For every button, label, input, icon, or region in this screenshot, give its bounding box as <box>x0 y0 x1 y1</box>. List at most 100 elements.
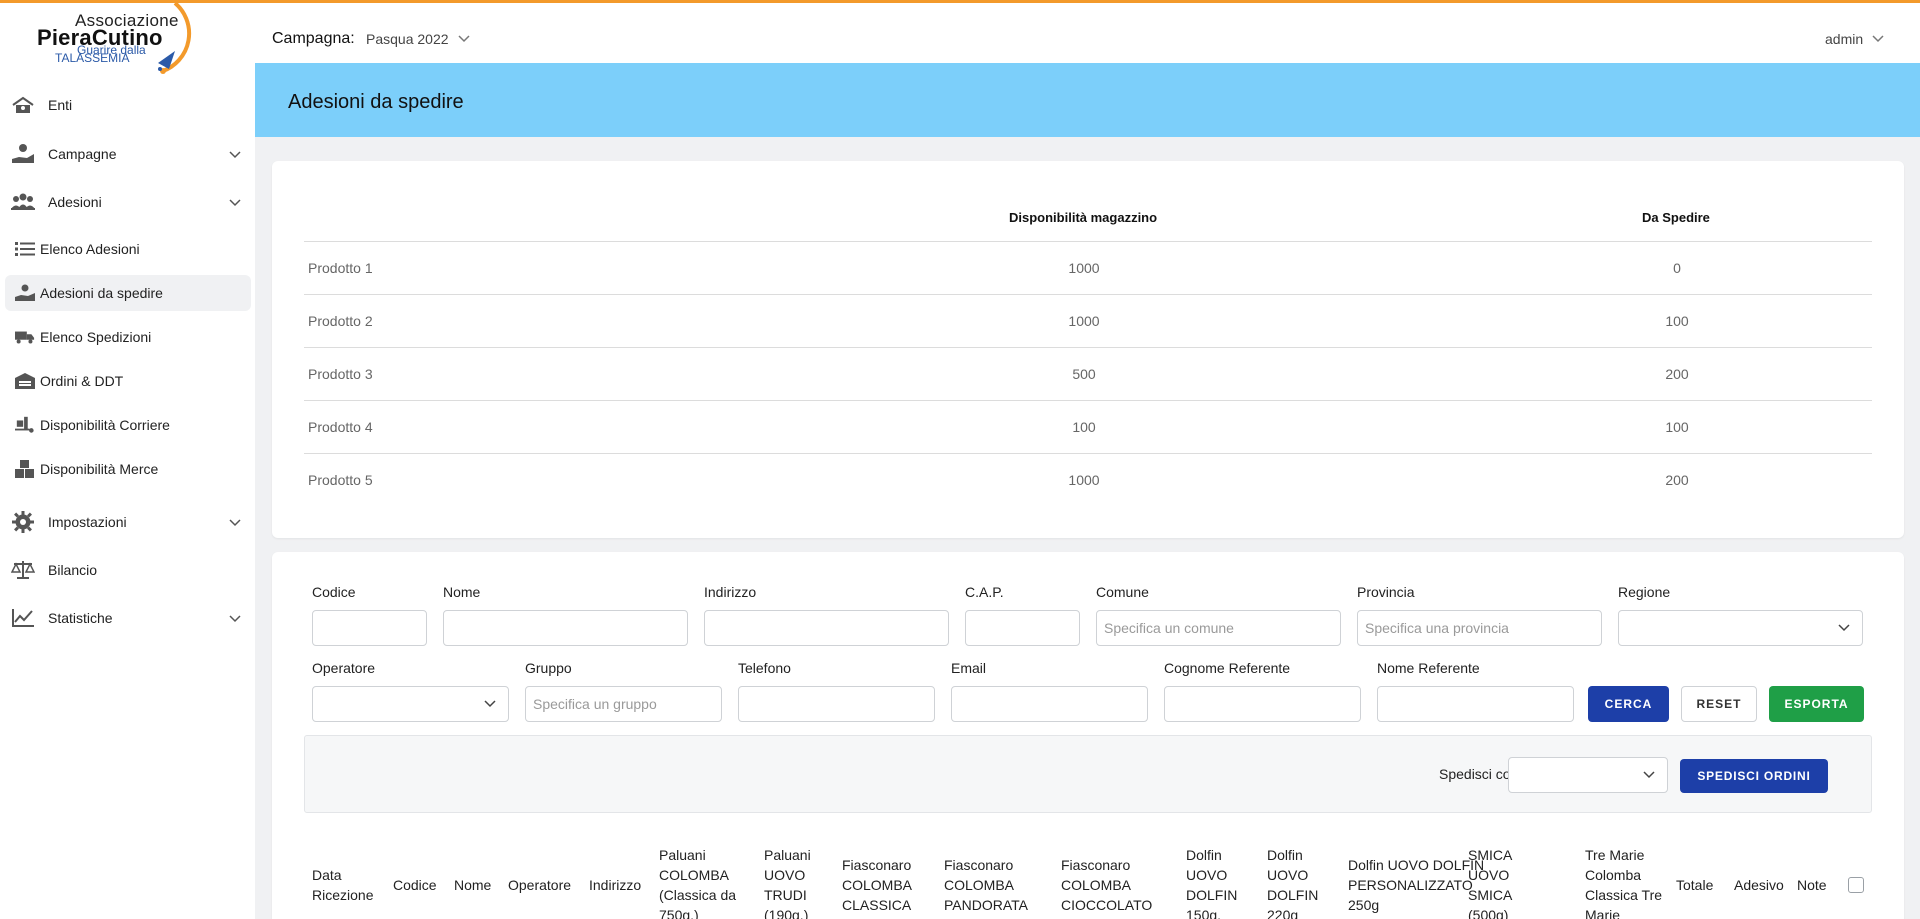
truck-loading-icon <box>15 415 35 435</box>
telefono-input[interactable] <box>738 686 935 722</box>
page-title: Adesioni da spedire <box>288 91 464 113</box>
label-nome-referente: Nome Referente <box>1377 660 1480 676</box>
stock-card: Disponibilità magazzino Da Spedire Prodo… <box>272 161 1904 538</box>
stock-row-to-ship: 200 <box>1665 366 1689 382</box>
divider <box>304 241 1872 242</box>
sidebar-subitem-label: Ordini & DDT <box>40 373 124 389</box>
column-header[interactable]: Totale <box>1676 875 1713 895</box>
chevron-down-icon[interactable] <box>458 34 470 44</box>
label-cap: C.A.P. <box>965 584 1004 600</box>
group-icon <box>10 191 36 213</box>
indirizzo-input[interactable] <box>704 610 949 646</box>
stock-row-to-ship: 0 <box>1673 260 1681 276</box>
label-cognome-referente: Cognome Referente <box>1164 660 1291 676</box>
label-nome: Nome <box>443 584 481 600</box>
column-header[interactable]: Dolfin UOVO DOLFIN PERSONALIZZATO 250g <box>1348 855 1484 915</box>
column-header[interactable]: Paluani COLOMBA (Classica da 750g.) <box>659 845 736 919</box>
column-header[interactable]: Dolfin UOVO DOLFIN 150g. <box>1186 845 1237 919</box>
column-header[interactable]: Adesivo <box>1734 875 1784 895</box>
column-header[interactable]: Paluani UOVO TRUDI (190g.) <box>764 845 811 919</box>
column-header[interactable]: Operatore <box>508 875 571 895</box>
operatore-select[interactable] <box>312 686 509 722</box>
ship-orders-button[interactable]: SPEDISCI ORDINI <box>1680 759 1828 793</box>
reset-button[interactable]: RESET <box>1681 686 1757 722</box>
comune-input[interactable] <box>1096 610 1341 646</box>
stock-row-availability: 500 <box>1072 366 1096 382</box>
column-header-to-ship: Da Spedire <box>1642 210 1710 225</box>
gruppo-input[interactable] <box>525 686 722 722</box>
stock-row-name: Prodotto 2 <box>308 313 373 329</box>
divider <box>304 347 1872 348</box>
sidebar-item-adesioni[interactable]: Adesioni <box>0 184 255 220</box>
ship-bar: Spedisci con: SPEDISCI ORDINI <box>304 735 1872 813</box>
select-all-checkbox[interactable] <box>1848 877 1864 893</box>
scale-icon <box>10 559 36 581</box>
sidebar-subitem-disponibilita-corriere[interactable]: Disponibilità Corriere <box>5 407 251 443</box>
column-header[interactable]: Nome <box>454 875 491 895</box>
search-button[interactable]: CERCA <box>1588 686 1669 722</box>
sidebar-subitem-elenco-adesioni[interactable]: Elenco Adesioni <box>5 231 251 267</box>
sidebar-item-statistiche[interactable]: Statistiche <box>0 600 255 636</box>
codice-input[interactable] <box>312 610 427 646</box>
warehouse-icon <box>15 371 35 391</box>
stock-row-availability: 1000 <box>1068 260 1100 276</box>
chevron-down-icon <box>1838 624 1850 632</box>
column-header[interactable]: Tre Marie Colomba Classica Tre Marie <box>1585 845 1662 919</box>
chevron-down-icon <box>229 615 241 623</box>
chart-icon <box>10 607 36 629</box>
column-header[interactable]: Note <box>1797 875 1827 895</box>
truck-icon <box>15 327 35 347</box>
column-header[interactable]: Data Ricezione <box>312 865 373 905</box>
provincia-input[interactable] <box>1357 610 1602 646</box>
column-header[interactable]: Indirizzo <box>589 875 641 895</box>
column-header[interactable]: Fiasconaro COLOMBA CIOCCOLATO <box>1061 855 1152 915</box>
courier-select[interactable] <box>1508 757 1668 793</box>
label-operatore: Operatore <box>312 660 376 676</box>
sidebar-item-bilancio[interactable]: Bilancio <box>0 552 255 588</box>
sidebar-subitem-label: Elenco Spedizioni <box>40 329 152 345</box>
column-header[interactable]: Fiasconaro COLOMBA PANDORATA <box>944 855 1028 915</box>
gear-icon <box>10 511 36 533</box>
nome-referente-input[interactable] <box>1377 686 1574 722</box>
label-codice: Codice <box>312 584 356 600</box>
filters-card: Codice Nome Indirizzo C.A.P. Comune Prov… <box>272 552 1904 919</box>
regione-select[interactable] <box>1618 610 1863 646</box>
sidebar-item-enti[interactable]: Enti <box>0 87 255 123</box>
list-icon <box>15 239 35 259</box>
column-header[interactable]: Fiasconaro COLOMBA CLASSICA <box>842 855 912 915</box>
top-header: Campagna: Pasqua 2022 admin <box>255 3 1920 63</box>
sidebar: Associazione PieraCutino Guarire dalla T… <box>0 3 255 919</box>
sidebar-subitem-label: Elenco Adesioni <box>40 241 140 257</box>
stock-row-name: Prodotto 1 <box>308 260 373 276</box>
user-menu[interactable]: admin <box>1825 31 1863 47</box>
cognome-referente-input[interactable] <box>1164 686 1361 722</box>
sidebar-item-impostazioni[interactable]: Impostazioni <box>0 504 255 540</box>
export-button[interactable]: ESPORTA <box>1769 686 1864 722</box>
sidebar-subitem-label: Disponibilità Corriere <box>40 417 170 433</box>
sidebar-subitem-ordini-ddt[interactable]: Ordini & DDT <box>5 363 251 399</box>
chevron-down-icon[interactable] <box>1872 34 1884 44</box>
column-header[interactable]: Codice <box>393 875 437 895</box>
sidebar-subitem-label: Adesioni da spedire <box>40 285 163 301</box>
sidebar-subitem-elenco-spedizioni[interactable]: Elenco Spedizioni <box>5 319 251 355</box>
stock-row-to-ship: 100 <box>1665 419 1689 435</box>
sidebar-item-campagne[interactable]: Campagne <box>0 136 255 172</box>
divider <box>304 453 1872 454</box>
stock-row-availability: 1000 <box>1068 472 1100 488</box>
sidebar-subitem-disponibilita-merce[interactable]: Disponibilità Merce <box>5 451 251 487</box>
boxes-icon <box>15 459 35 479</box>
page-banner: Adesioni da spedire <box>255 63 1920 137</box>
label-gruppo: Gruppo <box>525 660 572 676</box>
nome-input[interactable] <box>443 610 688 646</box>
stock-row-to-ship: 100 <box>1665 313 1689 329</box>
sidebar-subitem-adesioni-da-spedire[interactable]: Adesioni da spedire <box>5 275 251 311</box>
logo[interactable]: Associazione PieraCutino Guarire dalla T… <box>35 3 225 75</box>
campaign-select[interactable]: Pasqua 2022 <box>366 31 449 47</box>
chevron-down-icon <box>484 700 496 708</box>
column-header[interactable]: SMICA UOVO SMICA (500g) <box>1468 845 1512 919</box>
cap-input[interactable] <box>965 610 1080 646</box>
sidebar-subitem-label: Disponibilità Merce <box>40 461 159 477</box>
email-input[interactable] <box>951 686 1148 722</box>
campaign-label: Campagna: <box>272 30 355 47</box>
column-header[interactable]: Dolfin UOVO DOLFIN 220g <box>1267 845 1318 919</box>
